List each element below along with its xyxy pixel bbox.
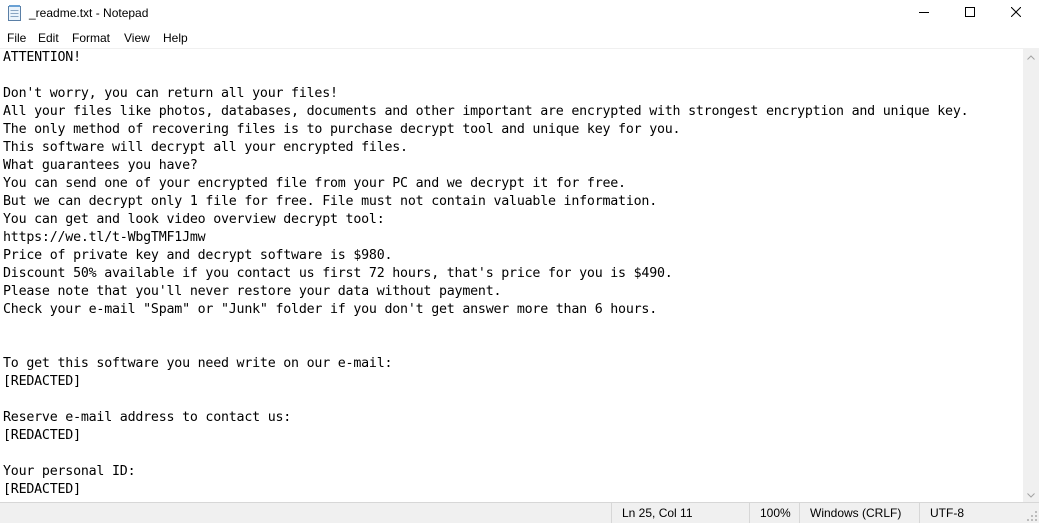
scroll-thumb[interactable] bbox=[1025, 65, 1037, 485]
menu-bar: File Edit Format View Help bbox=[0, 28, 1039, 48]
scroll-up-button[interactable] bbox=[1023, 48, 1039, 64]
scroll-up-icon bbox=[1027, 49, 1035, 63]
encoding: UTF-8 bbox=[919, 503, 1025, 523]
maximize-button[interactable] bbox=[947, 0, 993, 26]
menu-format[interactable]: Format bbox=[71, 30, 111, 46]
resize-grip-icon[interactable] bbox=[1026, 510, 1038, 522]
menu-help[interactable]: Help bbox=[162, 30, 189, 46]
title-bar[interactable]: _readme.txt - Notepad bbox=[0, 0, 1039, 26]
menu-view[interactable]: View bbox=[123, 30, 151, 46]
scroll-down-icon bbox=[1027, 487, 1035, 501]
cursor-position: Ln 25, Col 11 bbox=[611, 503, 749, 523]
vertical-scrollbar[interactable] bbox=[1023, 48, 1039, 502]
menu-file[interactable]: File bbox=[6, 30, 27, 46]
close-button[interactable] bbox=[993, 0, 1039, 26]
notepad-icon bbox=[8, 5, 21, 21]
minimize-button[interactable] bbox=[901, 0, 947, 26]
maximize-icon bbox=[965, 6, 975, 20]
zoom-level: 100% bbox=[749, 503, 799, 523]
scroll-down-button[interactable] bbox=[1023, 486, 1039, 502]
window-title: _readme.txt - Notepad bbox=[29, 6, 149, 20]
close-icon bbox=[1010, 6, 1022, 20]
menu-edit[interactable]: Edit bbox=[37, 30, 60, 46]
text-editor[interactable]: ATTENTION! Don't worry, you can return a… bbox=[0, 48, 1023, 503]
editor-text[interactable]: ATTENTION! Don't worry, you can return a… bbox=[0, 49, 1023, 499]
minimize-icon bbox=[919, 6, 929, 20]
status-bar: Ln 25, Col 11 100% Windows (CRLF) UTF-8 bbox=[0, 502, 1039, 523]
line-endings: Windows (CRLF) bbox=[799, 503, 919, 523]
